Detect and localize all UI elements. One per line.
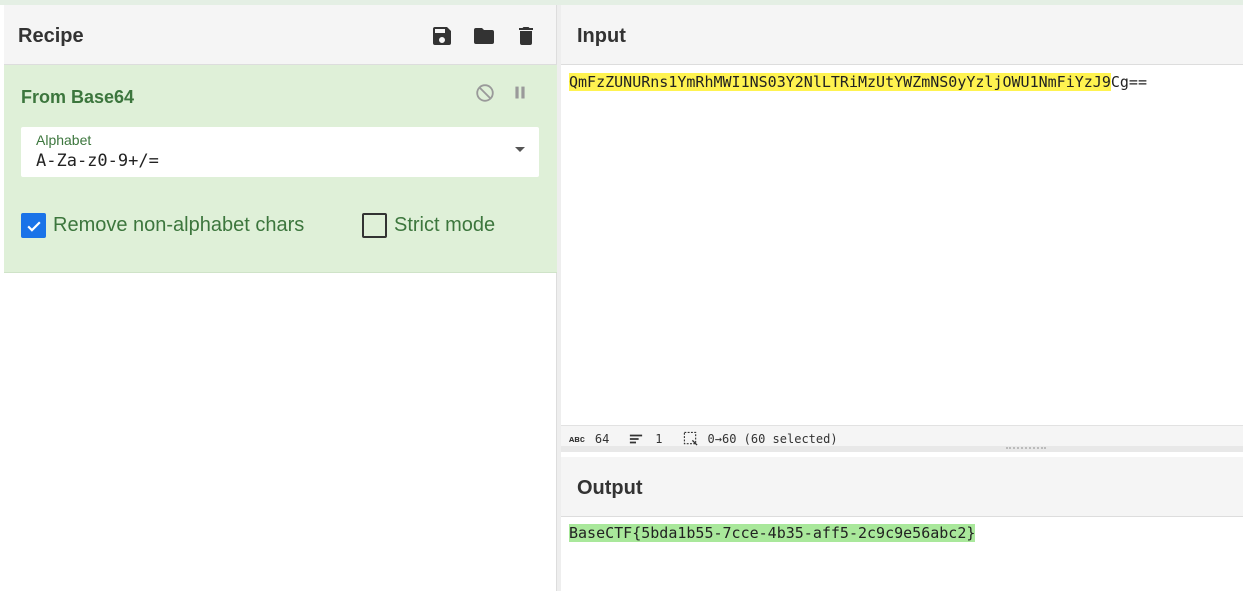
recipe-header: Recipe	[4, 5, 556, 65]
disable-icon[interactable]	[473, 81, 497, 105]
alphabet-label: Alphabet	[36, 132, 92, 148]
input-selected-text[interactable]: QmFzZUNURns1YmRhMWI1NS03Y2NlLTRiMzUtYWZm…	[569, 73, 1111, 91]
strict-mode-label: Strict mode	[394, 214, 496, 236]
output-pane: Output BaseCTF{5bda1b55-7cce-4b35-aff5-2…	[561, 457, 1243, 591]
save-icon[interactable]	[429, 23, 455, 49]
abc-icon: ᴀʙᴄ	[569, 433, 585, 444]
output-header: Output	[561, 457, 1243, 517]
chevron-down-icon[interactable]	[515, 147, 525, 152]
input-header: Input	[561, 5, 1243, 65]
selection-icon	[683, 431, 698, 446]
input-title: Input	[577, 25, 626, 47]
input-rest-text[interactable]: Cg==	[1111, 73, 1147, 91]
recipe-title: Recipe	[18, 25, 84, 47]
trash-icon[interactable]	[513, 23, 539, 49]
lines-icon	[629, 432, 643, 446]
input-textarea[interactable]: QmFzZUNURns1YmRhMWI1NS03Y2NlLTRiMzUtYWZm…	[569, 73, 1147, 92]
pause-icon[interactable]	[508, 81, 532, 105]
input-pane: Input QmFzZUNURns1YmRhMWI1NS03Y2NlLTRiMz…	[561, 5, 1243, 451]
alphabet-value: A-Za-z0-9+/=	[36, 151, 159, 171]
recipe-pane: Recipe From Base64 Alphabet A-Za-z0-9+/=	[4, 5, 557, 591]
input-length: 64	[594, 431, 610, 446]
from-base64-operation[interactable]: From Base64 Alphabet A-Za-z0-9+/= Remove…	[4, 65, 557, 273]
grip-dots	[1006, 447, 1046, 451]
checkbox-checked-icon[interactable]	[21, 213, 46, 238]
output-title: Output	[577, 477, 643, 499]
io-resizer[interactable]	[561, 446, 1243, 452]
strict-mode-checkbox[interactable]: Strict mode	[362, 213, 495, 238]
input-selection: 0→60 (60 selected)	[707, 431, 838, 446]
alphabet-select[interactable]: Alphabet A-Za-z0-9+/=	[21, 127, 539, 177]
output-text[interactable]: BaseCTF{5bda1b55-7cce-4b35-aff5-2c9c9e56…	[569, 524, 976, 542]
input-lines: 1	[655, 431, 663, 446]
remove-non-alphabet-label: Remove non-alphabet chars	[53, 214, 305, 236]
output-textarea[interactable]: BaseCTF{5bda1b55-7cce-4b35-aff5-2c9c9e56…	[569, 524, 976, 543]
operation-title: From Base64	[21, 87, 135, 107]
open-folder-icon[interactable]	[471, 23, 497, 49]
remove-non-alphabet-checkbox[interactable]: Remove non-alphabet chars	[21, 213, 304, 238]
checkbox-unchecked-icon[interactable]	[362, 213, 387, 238]
